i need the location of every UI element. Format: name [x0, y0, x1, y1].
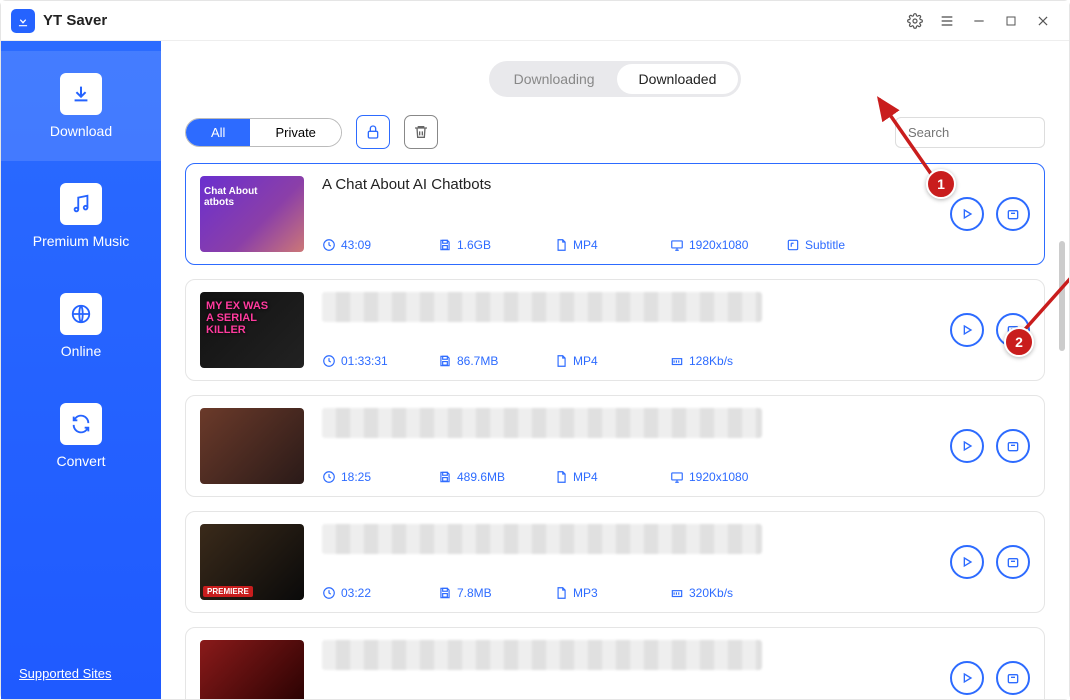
list-item[interactable] — [185, 627, 1045, 699]
play-button[interactable] — [950, 545, 984, 579]
meta-format: MP4 — [554, 354, 662, 368]
item-title-blurred — [322, 640, 762, 670]
download-list: A Chat About AI Chatbots 43:09 1.6GB MP4 192… — [161, 163, 1069, 699]
meta-duration: 01:33:31 — [322, 354, 430, 368]
toolbar: All Private — [161, 115, 1069, 163]
sidebar-item-convert[interactable]: Convert — [1, 381, 161, 491]
titlebar: YT Saver — [1, 1, 1069, 41]
meta-bitrate: 320Kb/s — [670, 586, 778, 600]
tab-downloading[interactable]: Downloading — [492, 64, 617, 94]
lock-button[interactable] — [356, 115, 390, 149]
thumbnail — [200, 408, 304, 484]
item-body: 01:33:31 86.7MB MP4 128Kb/s — [322, 292, 932, 368]
filter-all[interactable]: All — [186, 119, 250, 146]
open-folder-button[interactable] — [996, 545, 1030, 579]
meta-bitrate: 128Kb/s — [670, 354, 778, 368]
search-input[interactable] — [895, 117, 1045, 148]
meta-size: 7.8MB — [438, 586, 546, 600]
tab-switch: Downloading Downloaded — [489, 61, 742, 97]
tab-downloaded[interactable]: Downloaded — [617, 64, 739, 94]
meta-format: MP3 — [554, 586, 662, 600]
main-panel: Downloading Downloaded All Private A Cha… — [161, 41, 1069, 699]
meta-duration: 18:25 — [322, 470, 430, 484]
meta-size: 489.6MB — [438, 470, 546, 484]
meta-resolution: 1920x1080 — [670, 470, 778, 484]
filter-group: All Private — [185, 118, 342, 147]
settings-icon[interactable] — [899, 5, 931, 37]
menu-icon[interactable] — [931, 5, 963, 37]
meta-duration: 03:22 — [322, 586, 430, 600]
scrollbar[interactable] — [1059, 241, 1065, 351]
open-folder-button[interactable] — [996, 197, 1030, 231]
download-icon — [60, 73, 102, 115]
item-meta: 43:09 1.6GB MP4 1920x1080 Subtitle — [322, 238, 932, 252]
play-button[interactable] — [950, 197, 984, 231]
meta-resolution: 1920x1080 — [670, 238, 778, 252]
convert-icon — [60, 403, 102, 445]
sidebar-item-label: Download — [50, 123, 112, 139]
item-actions — [950, 429, 1030, 463]
annotation-2: 2 — [1004, 327, 1034, 357]
meta-subtitle: Subtitle — [786, 238, 894, 252]
list-item[interactable]: A Chat About AI Chatbots 43:09 1.6GB MP4 192… — [185, 163, 1045, 265]
sidebar-item-label: Premium Music — [33, 233, 129, 249]
sidebar-item-premium-music[interactable]: Premium Music — [1, 161, 161, 271]
item-body: 03:22 7.8MB MP3 320Kb/s — [322, 524, 932, 600]
close-button[interactable] — [1027, 5, 1059, 37]
item-meta: 03:22 7.8MB MP3 320Kb/s — [322, 586, 932, 600]
delete-button[interactable] — [404, 115, 438, 149]
thumbnail — [200, 292, 304, 368]
meta-format: MP4 — [554, 238, 662, 252]
open-folder-button[interactable] — [996, 429, 1030, 463]
play-button[interactable] — [950, 429, 984, 463]
meta-format: MP4 — [554, 470, 662, 484]
thumbnail — [200, 640, 304, 699]
thumbnail — [200, 176, 304, 252]
sidebar-item-label: Convert — [56, 453, 105, 469]
item-actions — [950, 545, 1030, 579]
item-title-blurred — [322, 292, 762, 322]
annotation-1: 1 — [926, 169, 956, 199]
item-title-blurred — [322, 524, 762, 554]
supported-sites-link[interactable]: Supported Sites — [1, 648, 161, 699]
item-title-blurred — [322, 408, 762, 438]
globe-icon — [60, 293, 102, 335]
meta-duration: 43:09 — [322, 238, 430, 252]
item-body: 18:25 489.6MB MP4 1920x1080 — [322, 408, 932, 484]
sidebar-item-label: Online — [61, 343, 101, 359]
minimize-button[interactable] — [963, 5, 995, 37]
sidebar: Download Premium Music Online Convert Su… — [1, 41, 161, 699]
item-actions — [950, 661, 1030, 695]
item-meta: 01:33:31 86.7MB MP4 128Kb/s — [322, 354, 932, 368]
open-folder-button[interactable] — [996, 661, 1030, 695]
thumbnail — [200, 524, 304, 600]
sidebar-item-download[interactable]: Download — [1, 51, 161, 161]
maximize-button[interactable] — [995, 5, 1027, 37]
meta-size: 1.6GB — [438, 238, 546, 252]
play-button[interactable] — [950, 313, 984, 347]
item-title: A Chat About AI Chatbots — [322, 176, 932, 193]
app-title: YT Saver — [43, 12, 107, 29]
filter-private[interactable]: Private — [250, 119, 340, 146]
list-item[interactable]: 18:25 489.6MB MP4 1920x1080 — [185, 395, 1045, 497]
app-logo — [11, 9, 35, 33]
play-button[interactable] — [950, 661, 984, 695]
meta-size: 86.7MB — [438, 354, 546, 368]
sidebar-item-online[interactable]: Online — [1, 271, 161, 381]
item-meta: 18:25 489.6MB MP4 1920x1080 — [322, 470, 932, 484]
list-item[interactable]: 03:22 7.8MB MP3 320Kb/s — [185, 511, 1045, 613]
item-actions — [950, 197, 1030, 231]
item-body: A Chat About AI Chatbots 43:09 1.6GB MP4 192… — [322, 176, 932, 252]
music-icon — [60, 183, 102, 225]
list-item[interactable]: 01:33:31 86.7MB MP4 128Kb/s — [185, 279, 1045, 381]
item-body — [322, 640, 932, 699]
